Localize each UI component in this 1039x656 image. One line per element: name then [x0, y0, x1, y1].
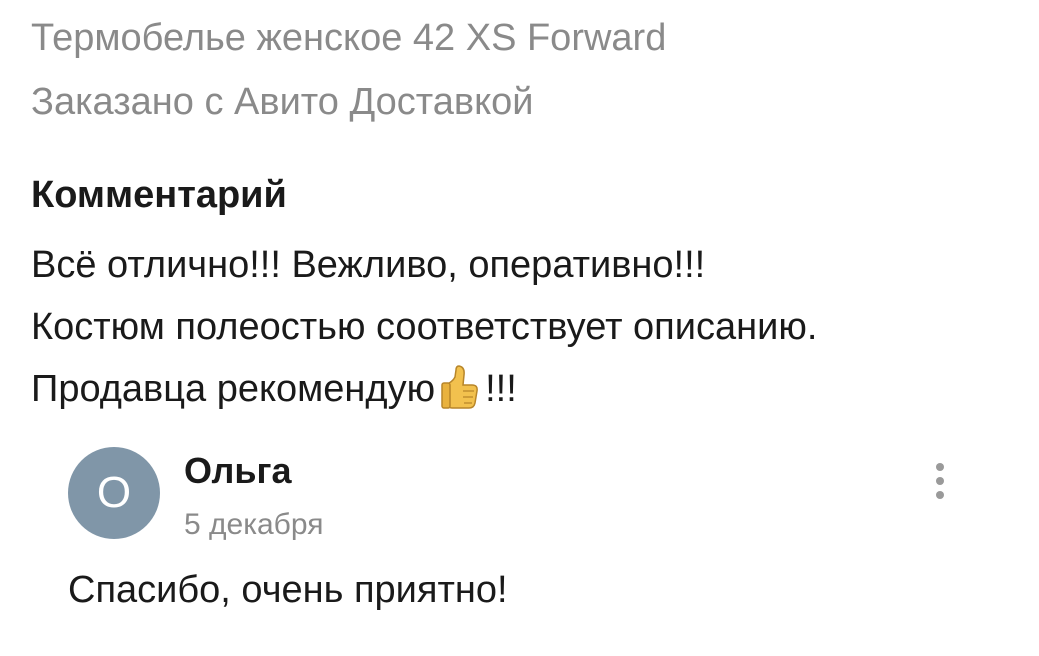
comment-heading: Комментарий	[31, 174, 287, 216]
reply-author-name[interactable]: Ольга	[184, 447, 292, 495]
more-vertical-icon[interactable]	[926, 459, 956, 503]
menu-dot	[936, 477, 944, 485]
comment-text: Всё отлично!!! Вежливо, оперативно!!! Ко…	[31, 234, 817, 420]
order-source: Заказано с Авито Доставкой	[31, 81, 534, 123]
comment-line-1: Всё отлично!!! Вежливо, оперативно!!!	[31, 244, 706, 286]
menu-dot	[936, 491, 944, 499]
menu-dot	[936, 463, 944, 471]
seller-reply: О Ольга 5 декабря Спасибо, очень приятно…	[68, 447, 968, 647]
comment-line-3-exclaim: !!!	[485, 368, 517, 410]
product-title: Термобелье женское 42 XS Forward	[31, 17, 667, 59]
reply-date: 5 декабря	[184, 508, 324, 541]
reply-text: Спасибо, очень приятно!	[68, 569, 508, 611]
thumbs-up-icon	[439, 361, 479, 411]
comment-line-2: Костюм полеостью соответствует описанию.	[31, 306, 818, 348]
comment-line-3: Продавца рекомендую !!!	[31, 358, 817, 420]
avatar[interactable]: О	[68, 447, 160, 539]
comment-line-3-text: Продавца рекомендую	[31, 368, 436, 410]
